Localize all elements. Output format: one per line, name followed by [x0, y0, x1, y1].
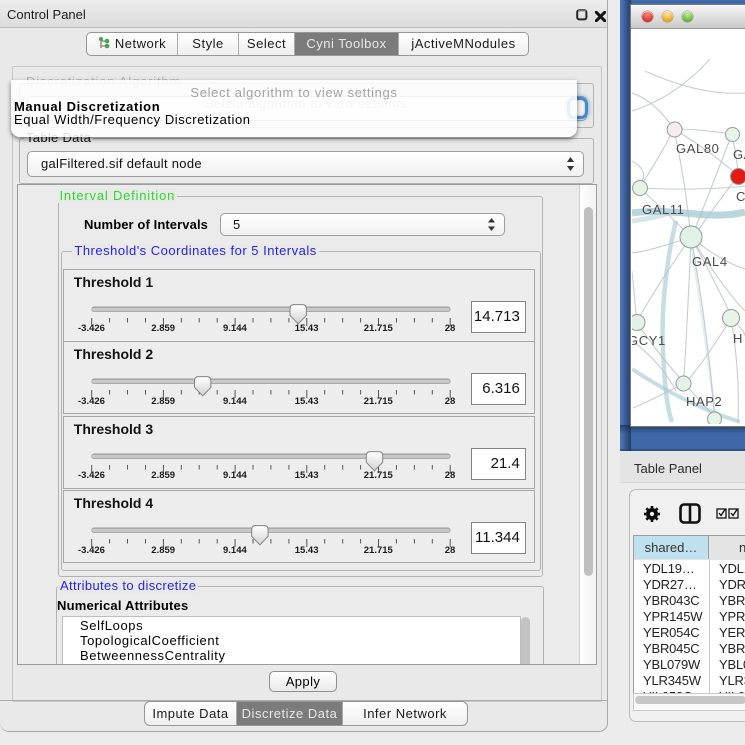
svg-text:HAP2: HAP2: [686, 394, 722, 409]
svg-text:H: H: [733, 331, 743, 346]
svg-text:GAL11: GAL11: [642, 202, 685, 217]
svg-text:GCY1: GCY1: [632, 333, 666, 348]
svg-text:GAL4: GAL4: [692, 254, 728, 269]
svg-text:GAL80: GAL80: [676, 141, 719, 156]
svg-text:C: C: [736, 189, 745, 204]
svg-text:GA: GA: [733, 147, 745, 162]
